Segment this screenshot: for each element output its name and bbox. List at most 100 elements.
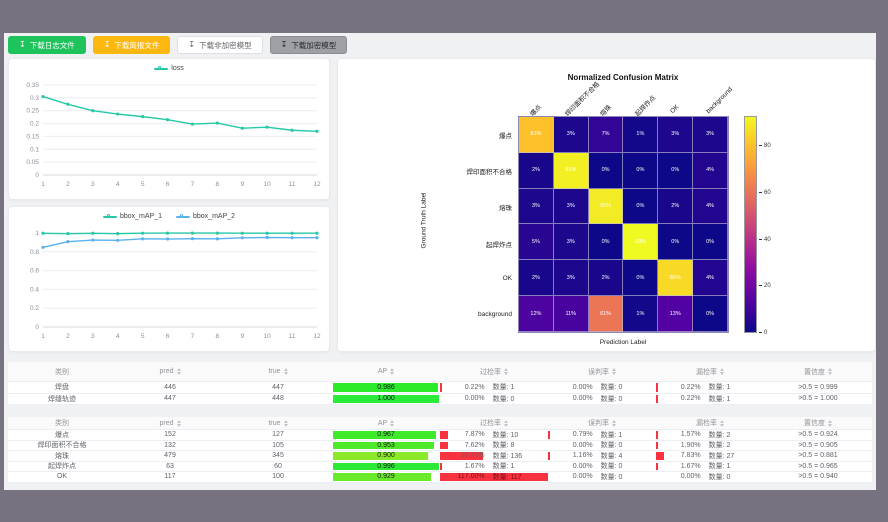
cell-over-rate: 0.22%数量: 1 [440,382,548,393]
cell-pred: 63 [116,462,224,472]
sort-caret-icon[interactable] [612,368,616,375]
legend-label: bbox_mAP_1 [120,213,162,220]
sort-caret-icon[interactable] [720,368,724,375]
svg-text:1: 1 [41,333,45,340]
matrix-cell: 13% [658,296,693,332]
button-label: 下载简报文件 [114,40,159,51]
count-value: 数量: 8 [489,441,545,451]
svg-text:0.4: 0.4 [30,286,39,293]
download-button-1[interactable]: ↧下载日志文件 [8,36,86,54]
column-header-类别: 类别 [8,417,116,429]
sort-caret-icon[interactable] [504,368,508,375]
colorbar-tick-label: 60 [759,190,771,196]
sort-up-icon [828,368,832,371]
column-header-true: true [224,362,332,381]
sort-caret-icon[interactable] [828,420,832,427]
matrix-cell: 2% [519,153,554,189]
sort-caret-icon[interactable] [284,420,288,427]
sort-caret-icon[interactable] [390,368,394,375]
table-row: 起焊炸点63600.9961.67%数量: 10.00%数量: 01.67%数量… [8,462,872,473]
sort-caret-icon[interactable] [390,420,394,427]
svg-text:10: 10 [264,181,272,188]
svg-text:8: 8 [216,181,220,188]
cell-true: 60 [224,462,332,472]
download-icon: ↧ [281,41,288,49]
legend-label: loss [171,65,183,72]
matrix-column-label: background [705,86,734,115]
ap-value: 0.953 [333,442,439,450]
cell-confidence: >0.5 = 1.000 [764,394,872,405]
sort-up-icon [504,368,508,371]
sort-caret-icon[interactable] [828,368,832,375]
sort-up-icon [504,420,508,423]
rate-value: 1.67% [443,463,488,470]
cell-true: 447 [224,382,332,393]
rate-value: 0.00% [443,395,488,402]
sort-up-icon [720,368,724,371]
toolbar: ↧下载日志文件↧下载简报文件↧下载非加密模型↧下载加密模型 [8,36,347,54]
download-button-3[interactable]: ↧下载非加密模型 [177,36,262,54]
sort-caret-icon[interactable] [504,420,508,427]
rate-bar [656,463,658,471]
rate-value: 7.83% [659,452,704,459]
svg-text:0.15: 0.15 [26,133,39,140]
matrix-cell: 0% [589,224,624,260]
data-point [141,115,144,118]
download-icon: ↧ [188,41,195,49]
sort-up-icon [177,368,181,371]
data-point [66,240,69,243]
sort-caret-icon[interactable] [177,420,181,427]
rate-value: 1.67% [659,463,704,470]
svg-text:1: 1 [35,230,39,237]
legend-item-bbox_mAP_2[interactable]: bbox_mAP_2 [176,213,235,220]
ap-bar-track: 0.929 [333,473,439,481]
svg-text:10: 10 [264,333,272,340]
count-value: 数量: 1 [705,382,761,392]
data-point [141,237,144,240]
cell-confidence: >0.5 = 0.965 [764,462,872,472]
data-point [91,109,94,112]
column-header-过检率: 过检率 [440,417,548,429]
sort-caret-icon[interactable] [284,368,288,375]
cell-class-label: 焊印面积不合格 [8,441,116,451]
download-button-4[interactable]: ↧下载加密模型 [270,36,348,54]
rate-value: 7.87% [443,431,488,438]
matrix-cell: 4% [693,153,728,189]
count-value: 数量: 0 [489,394,545,404]
cell-ap: 0.996 [332,462,440,472]
column-header-AP: AP [332,417,440,429]
data-point [166,118,169,121]
column-header-label: AP [378,420,387,427]
cell-over-rate: 0.00%数量: 0 [440,394,548,405]
rate-value: 0.00% [551,463,596,470]
count-value: 数量: 136 [489,451,545,461]
app-window: ↧下载日志文件↧下载简报文件↧下载非加密模型↧下载加密模型 00.050.10.… [0,0,888,522]
svg-text:8: 8 [216,333,220,340]
sort-down-icon [612,372,616,375]
legend-item-bbox_mAP_1[interactable]: bbox_mAP_1 [103,213,162,220]
cell-class-label: 熔珠 [8,451,116,461]
download-button-2[interactable]: ↧下载简报文件 [93,36,171,54]
sort-caret-icon[interactable] [612,420,616,427]
ap-bar-track: 0.900 [333,452,439,460]
data-point [66,103,69,106]
svg-text:0.6: 0.6 [30,268,39,275]
matrix-cell: 0% [623,153,658,189]
cell-ap: 0.986 [332,382,440,393]
svg-text:0.3: 0.3 [30,95,39,102]
cell-confidence: >0.5 = 0.999 [764,382,872,393]
sort-caret-icon[interactable] [177,368,181,375]
count-value: 数量: 2 [705,430,761,440]
legend-item-loss[interactable]: loss [154,65,183,72]
svg-text:0.8: 0.8 [30,249,39,256]
cell-over-rate: 117.00%数量: 117 [440,472,548,482]
cell-over-rate: 7.87%数量: 10 [440,430,548,440]
cell-class-label: 焊缝轨迹 [8,394,116,405]
loss-chart: 00.050.10.150.20.250.30.3512345678910111… [9,59,329,199]
sort-caret-icon[interactable] [720,420,724,427]
table-row: OK1171000.929117.00%数量: 1170.00%数量: 00.0… [8,472,872,483]
data-point [290,232,293,235]
svg-text:11: 11 [289,181,296,188]
column-header-误判率: 误判率 [548,417,656,429]
sort-up-icon [612,420,616,423]
